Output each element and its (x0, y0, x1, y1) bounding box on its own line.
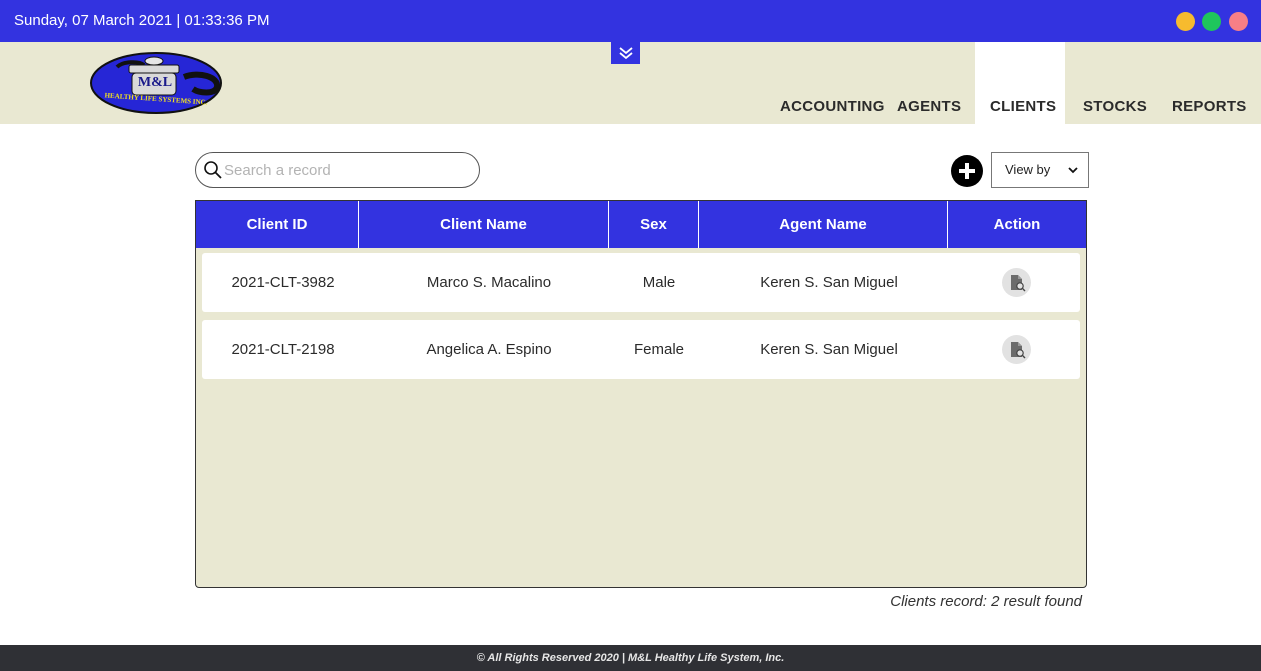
datetime-display: Sunday, 07 March 2021 | 01:33:36 PM (14, 12, 270, 29)
nav-reports[interactable]: REPORTS (1172, 98, 1247, 115)
footer-copyright: © All Rights Reserved 2020 | M&L Healthy… (476, 652, 785, 664)
cell-agent-name: Keren S. San Miguel (760, 341, 898, 358)
cell-client-name: Angelica A. Espino (426, 341, 552, 358)
plus-icon (959, 163, 975, 179)
table-row[interactable]: 2021-CLT-3982 Marco S. Macalino Male Ker… (202, 253, 1080, 312)
view-document-icon (1010, 274, 1025, 291)
nav-clients[interactable]: CLIENTS (990, 98, 1056, 115)
view-by-select[interactable]: View by (991, 152, 1089, 188)
column-header-client-id[interactable]: Client ID (196, 201, 359, 248)
column-header-client-name[interactable]: Client Name (359, 201, 609, 248)
column-header-action: Action (993, 216, 1041, 233)
nav-agents[interactable]: AGENTS (897, 98, 961, 115)
minimize-button[interactable] (1176, 12, 1195, 31)
clients-table: Client ID Client Name Sex Agent Name Act… (195, 200, 1087, 588)
nav-accounting[interactable]: ACCOUNTING (780, 98, 885, 115)
search-icon (204, 161, 222, 179)
close-button[interactable] (1229, 12, 1248, 31)
chevron-down-icon (1068, 167, 1078, 174)
table-header: Client ID Client Name Sex Agent Name Act… (196, 201, 1086, 248)
collapse-header-button[interactable] (611, 42, 640, 64)
cell-client-id: 2021-CLT-2198 (231, 341, 335, 358)
view-document-icon (1010, 341, 1025, 358)
search-box (195, 152, 480, 188)
nav-stocks[interactable]: STOCKS (1083, 98, 1147, 115)
cell-sex: Male (642, 274, 676, 291)
logo-main-text: M&L (137, 75, 173, 90)
add-client-button[interactable] (951, 155, 983, 187)
cell-client-id: 2021-CLT-3982 (231, 274, 335, 291)
table-row[interactable]: 2021-CLT-2198 Angelica A. Espino Female … (202, 320, 1080, 379)
cell-agent-name: Keren S. San Miguel (760, 274, 898, 291)
title-bar: Sunday, 07 March 2021 | 01:33:36 PM (0, 0, 1261, 42)
double-chevron-down-icon (618, 47, 633, 60)
column-header-agent-name[interactable]: Agent Name (699, 201, 948, 248)
maximize-button[interactable] (1202, 12, 1221, 31)
result-count-text: Clients record: 2 result found (890, 593, 1082, 610)
column-header-sex[interactable]: Sex (609, 201, 699, 248)
cell-sex: Female (633, 341, 685, 358)
view-by-label: View by (1005, 162, 1051, 177)
view-record-button[interactable] (1002, 268, 1031, 297)
search-input[interactable] (224, 159, 469, 181)
company-logo: M&L HEALTHY LIFE SYSTEMS INC. (89, 51, 223, 115)
footer: © All Rights Reserved 2020 | M&L Healthy… (0, 645, 1261, 671)
cell-client-name: Marco S. Macalino (426, 274, 552, 291)
view-record-button[interactable] (1002, 335, 1031, 364)
